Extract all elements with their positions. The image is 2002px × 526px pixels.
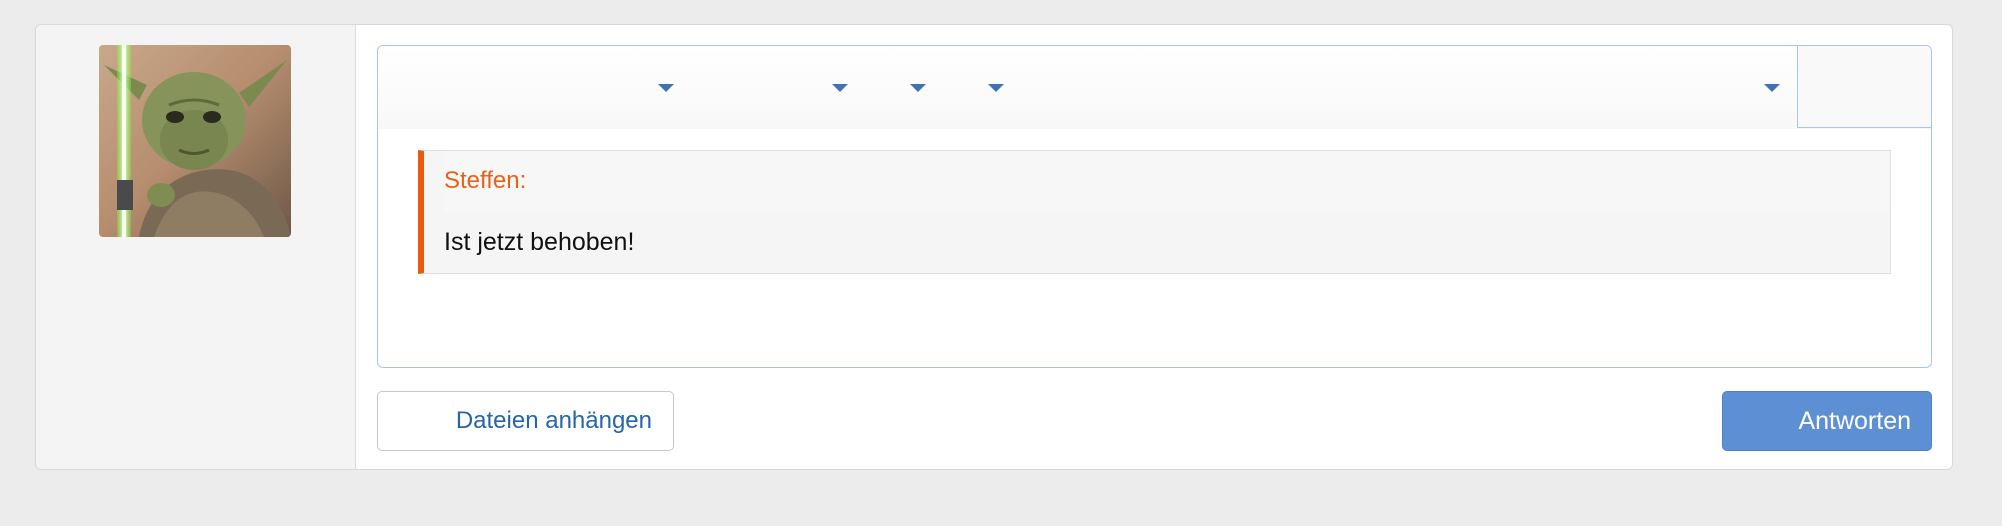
user-sidebar xyxy=(36,25,356,469)
reply-box: Steffen: Ist jetzt behoben! Dateien anhä… xyxy=(35,24,1953,470)
speech-pointer xyxy=(356,72,372,102)
toolbar-color-dropdown[interactable] xyxy=(970,76,1010,100)
toolbar-format-dropdown[interactable] xyxy=(640,76,680,100)
attach-files-button[interactable]: Dateien anhängen xyxy=(377,391,674,451)
reply-editor[interactable]: Steffen: Ist jetzt behoben! xyxy=(377,45,1932,368)
avatar xyxy=(99,45,291,237)
toolbar-source-tab[interactable] xyxy=(1797,46,1931,128)
chevron-down-icon xyxy=(1764,84,1780,92)
toolbar-font-dropdown[interactable] xyxy=(814,76,854,100)
avatar-image xyxy=(99,45,291,237)
quote-block: Steffen: Ist jetzt behoben! xyxy=(418,150,1891,274)
chevron-down-icon xyxy=(658,84,674,92)
chevron-down-icon xyxy=(988,84,1004,92)
editor-toolbar xyxy=(378,46,1931,129)
chevron-down-icon xyxy=(910,84,926,92)
reply-button[interactable]: Antworten xyxy=(1722,391,1932,451)
quote-author: Steffen: xyxy=(444,151,1890,211)
toolbar-more-dropdown[interactable] xyxy=(1746,76,1786,100)
toolbar-size-dropdown[interactable] xyxy=(892,76,932,100)
quote-text: Ist jetzt behoben! xyxy=(444,228,635,256)
chevron-down-icon xyxy=(832,84,848,92)
